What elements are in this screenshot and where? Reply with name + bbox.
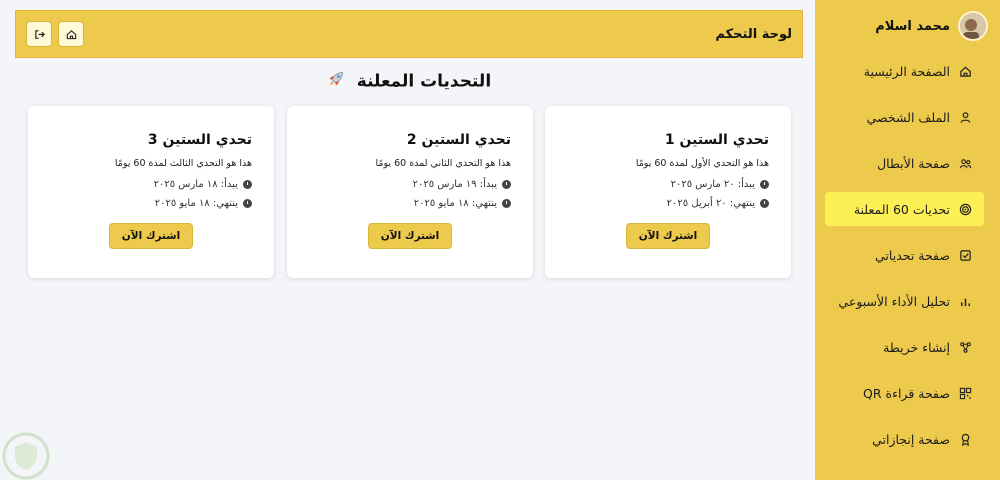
sidebar-item-create-map[interactable]: إنشاء خريطة [825, 330, 984, 364]
subscribe-button[interactable]: اشترك الآن [625, 223, 711, 249]
watermark-logo [2, 432, 50, 480]
sidebar-item-home[interactable]: الصفحة الرئيسية [825, 54, 984, 88]
card-description: هذا هو التحدي الثالث لمدة 60 يومًا [114, 158, 252, 169]
sidebar-item-heroes[interactable]: صفحة الأبطال [825, 146, 984, 180]
challenge-card: تحدي الستين 1 هذا هو التحدي الأول لمدة 6… [545, 106, 791, 278]
page-title-text: التحديات المعلنة [356, 71, 492, 92]
header-buttons [26, 21, 84, 47]
card-title: تحدي الستين 3 [147, 132, 252, 148]
card-end-date: ينتهي: ١٨ مايو ٢٠٢٥ [50, 198, 252, 209]
sidebar-item-label: تحليل الأداء الأسبوعي [838, 293, 950, 309]
card-start-date: يبدأ: ١٩ مارس ٢٠٢٥ [309, 179, 511, 190]
sidebar-item-challenges-60[interactable]: تحديات 60 المعلنة [825, 192, 984, 226]
home-icon [958, 64, 972, 78]
sidebar-item-qr-reader[interactable]: صفحة قراءة QR [825, 376, 984, 410]
clock-icon [760, 199, 769, 208]
end-date-text: ينتهي: ١٨ مايو ٢٠٢٥ [154, 198, 238, 209]
checkbox-icon [958, 248, 972, 262]
clock-icon [243, 199, 252, 208]
sidebar-item-label: تحديات 60 المعلنة [853, 201, 950, 217]
user-icon [958, 110, 972, 124]
sidebar-item-label: الملف الشخصي [866, 109, 950, 125]
clock-icon [502, 199, 511, 208]
header-title: لوحة التحكم [715, 26, 792, 42]
home-button[interactable] [58, 21, 84, 47]
card-description: هذا هو التحدي الثاني لمدة 60 يومًا [375, 158, 511, 169]
logout-button[interactable] [26, 21, 52, 47]
rocket-icon [327, 70, 345, 93]
start-date-text: يبدأ: ١٩ مارس ٢٠٢٥ [412, 179, 497, 190]
card-end-date: ينتهي: ١٨ مايو ٢٠٢٥ [309, 198, 511, 209]
sidebar-nav: الصفحة الرئيسية الملف الشخصي صفحة الأبطا… [815, 54, 1000, 456]
card-start-date: يبدأ: ٢٠ مارس ٢٠٢٥ [567, 179, 769, 190]
bar-chart-icon [958, 294, 972, 308]
mindmap-icon [958, 340, 972, 354]
clock-icon [502, 180, 511, 189]
users-icon [958, 156, 972, 170]
user-profile[interactable]: محمد اسلام [815, 8, 1000, 44]
top-header: لوحة التحكم [15, 10, 803, 58]
home-icon [66, 29, 76, 39]
sidebar-item-label: صفحة الأبطال [877, 155, 950, 171]
end-date-text: ينتهي: ١٨ مايو ٢٠٢٥ [413, 198, 497, 209]
sidebar-item-weekly-analysis[interactable]: تحليل الأداء الأسبوعي [825, 284, 984, 318]
challenge-card: تحدي الستين 2 هذا هو التحدي الثاني لمدة … [287, 106, 533, 278]
sidebar-item-label: الصفحة الرئيسية [863, 63, 950, 79]
logout-icon [34, 29, 45, 39]
challenge-card: تحدي الستين 3 هذا هو التحدي الثالث لمدة … [28, 106, 274, 278]
sidebar: محمد اسلام الصفحة الرئيسية الملف الشخصي … [815, 0, 1000, 480]
card-start-date: يبدأ: ١٨ مارس ٢٠٢٥ [50, 179, 252, 190]
sidebar-item-my-challenges[interactable]: صفحة تحدياتي [825, 238, 984, 272]
card-end-date: ينتهي: ٢٠ أبريل ٢٠٢٥ [567, 198, 769, 209]
page-title: التحديات المعلنة [15, 70, 803, 93]
sidebar-item-label: صفحة إنجازاتي [872, 431, 950, 447]
start-date-text: يبدأ: ١٨ مارس ٢٠٢٥ [153, 179, 238, 190]
card-title: تحدي الستين 2 [406, 132, 511, 148]
clock-icon [243, 180, 252, 189]
target-icon [958, 202, 972, 216]
card-description: هذا هو التحدي الأول لمدة 60 يومًا [635, 158, 769, 169]
sidebar-item-label: صفحة قراءة QR [863, 385, 950, 401]
user-name: محمد اسلام [875, 18, 950, 34]
clock-icon [760, 180, 769, 189]
qr-code-icon [958, 386, 972, 400]
start-date-text: يبدأ: ٢٠ مارس ٢٠٢٥ [670, 179, 755, 190]
avatar [958, 11, 988, 41]
award-icon [958, 432, 972, 446]
sidebar-item-profile[interactable]: الملف الشخصي [825, 100, 984, 134]
challenge-cards: تحدي الستين 1 هذا هو التحدي الأول لمدة 6… [28, 106, 791, 278]
sidebar-item-label: إنشاء خريطة [883, 339, 950, 355]
card-title: تحدي الستين 1 [664, 132, 769, 148]
subscribe-button[interactable]: اشترك الآن [108, 223, 194, 249]
sidebar-item-achievements[interactable]: صفحة إنجازاتي [825, 422, 984, 456]
sidebar-item-label: صفحة تحدياتي [875, 247, 950, 263]
end-date-text: ينتهي: ٢٠ أبريل ٢٠٢٥ [666, 198, 755, 209]
subscribe-button[interactable]: اشترك الآن [367, 223, 453, 249]
